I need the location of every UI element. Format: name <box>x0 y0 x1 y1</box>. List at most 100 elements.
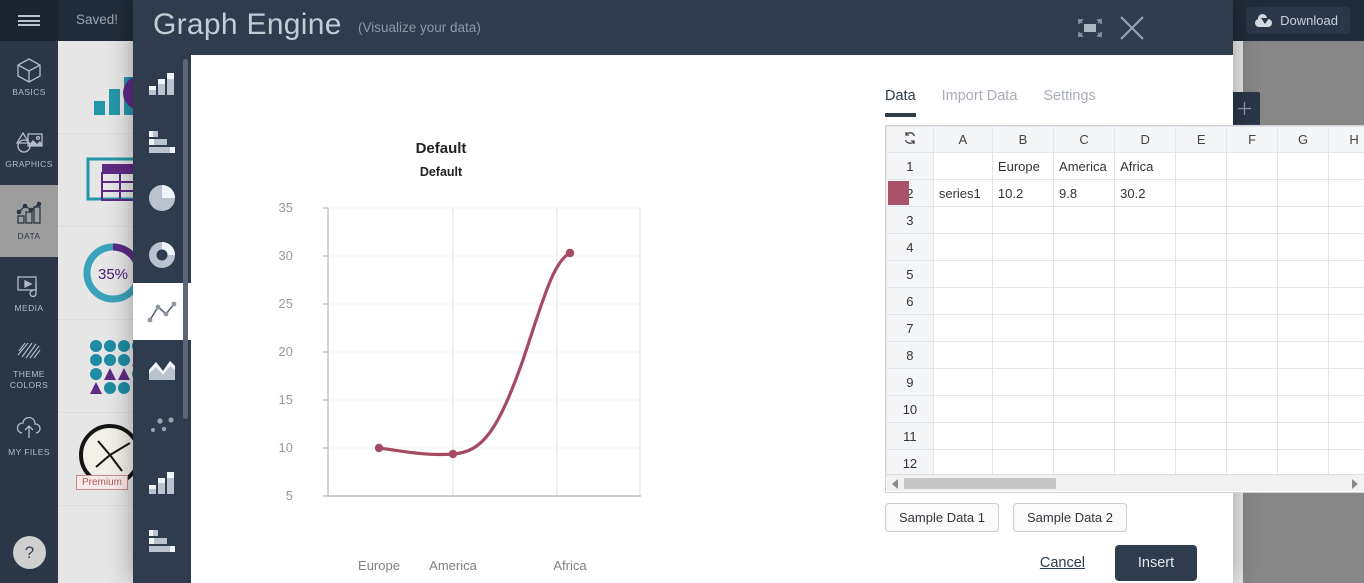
horizontal-scroll-thumb[interactable] <box>904 478 1056 489</box>
column-header[interactable]: H <box>1328 126 1364 153</box>
sidebar-item-theme-colors[interactable]: THEME COLORS <box>0 329 58 401</box>
column-header[interactable]: A <box>932 126 993 153</box>
cell[interactable] <box>1053 314 1116 342</box>
row-header[interactable]: 12 <box>886 449 934 477</box>
cancel-button[interactable]: Cancel <box>1040 555 1085 571</box>
sidebar-item-basics[interactable]: BASICS <box>0 41 58 113</box>
cell[interactable] <box>932 206 993 234</box>
cell[interactable] <box>1277 287 1330 315</box>
cell[interactable] <box>1114 422 1177 450</box>
column-header[interactable]: F <box>1226 126 1279 153</box>
horizontal-scrollbar[interactable] <box>887 474 1364 491</box>
cell[interactable] <box>1226 206 1279 234</box>
chart-type-bar-2[interactable] <box>133 511 191 568</box>
cell[interactable] <box>991 368 1055 396</box>
list-item[interactable]: Premium <box>58 413 141 506</box>
cell[interactable] <box>1226 152 1279 180</box>
sidebar-item-data[interactable]: DATA <box>0 185 58 257</box>
chart-type-rail[interactable] <box>133 55 191 583</box>
cell[interactable]: Europe <box>991 152 1055 180</box>
cell[interactable] <box>1175 233 1228 261</box>
expand-fullscreen-button[interactable] <box>1073 11 1107 45</box>
sidebar-item-graphics[interactable]: GRAPHICS <box>0 113 58 185</box>
cell[interactable] <box>1053 368 1116 396</box>
cell[interactable] <box>991 341 1055 369</box>
cell[interactable] <box>991 233 1055 261</box>
cell[interactable] <box>1328 233 1364 261</box>
cell[interactable] <box>1053 422 1116 450</box>
cell[interactable] <box>991 449 1055 477</box>
cell[interactable] <box>1053 449 1116 477</box>
cell[interactable] <box>991 314 1055 342</box>
sample-data-2-button[interactable]: Sample Data 2 <box>1013 503 1127 532</box>
tab-import-data[interactable]: Import Data <box>942 88 1018 117</box>
cell[interactable] <box>991 206 1055 234</box>
cell[interactable] <box>1175 206 1228 234</box>
cell[interactable] <box>1114 233 1177 261</box>
spreadsheet-grid[interactable]: A B C D E F G H 1 Europe America Africa … <box>886 126 1364 477</box>
cell[interactable] <box>1175 152 1228 180</box>
list-item[interactable] <box>58 134 147 227</box>
tab-settings[interactable]: Settings <box>1043 88 1095 117</box>
cell[interactable]: 10.2 <box>991 179 1055 207</box>
cell[interactable] <box>1328 287 1364 315</box>
cell[interactable] <box>1053 341 1116 369</box>
close-button[interactable] <box>1115 11 1149 45</box>
cell[interactable] <box>1114 314 1177 342</box>
cell[interactable] <box>991 287 1055 315</box>
cell[interactable] <box>932 314 993 342</box>
cell[interactable] <box>1226 341 1279 369</box>
cell[interactable] <box>1277 206 1330 234</box>
cell[interactable]: America <box>1053 152 1116 180</box>
cell[interactable] <box>932 368 993 396</box>
sidebar-item-my-files[interactable]: MY FILES <box>0 401 58 473</box>
app-sidebar[interactable]: BASICS GRAPHICS DATA MEDIA THEME COLORS … <box>0 41 58 583</box>
cell[interactable] <box>1175 368 1228 396</box>
cell[interactable] <box>1053 233 1116 261</box>
cell[interactable] <box>932 395 993 423</box>
row-header[interactable]: 3 <box>886 206 934 234</box>
cell[interactable] <box>1226 233 1279 261</box>
row-header[interactable]: 11 <box>886 422 934 450</box>
chart-type-column-2[interactable] <box>133 454 191 511</box>
cell[interactable] <box>1277 449 1330 477</box>
cell[interactable] <box>932 260 993 288</box>
cell[interactable] <box>932 422 993 450</box>
cell[interactable] <box>932 341 993 369</box>
cell[interactable] <box>1226 449 1279 477</box>
refresh-button[interactable] <box>886 126 934 153</box>
cell[interactable] <box>1226 179 1279 207</box>
cell[interactable] <box>1226 395 1279 423</box>
hamburger-menu-button[interactable] <box>0 0 58 41</box>
tab-data[interactable]: Data <box>885 88 916 117</box>
cell[interactable] <box>1328 314 1364 342</box>
chart-type-scrollbar[interactable] <box>183 59 188 419</box>
cell[interactable] <box>1226 422 1279 450</box>
cell[interactable] <box>1277 395 1330 423</box>
cell[interactable] <box>1328 179 1364 207</box>
list-item[interactable] <box>58 41 157 134</box>
cell[interactable] <box>1053 395 1116 423</box>
cell[interactable] <box>1175 422 1228 450</box>
template-thumbnail-list[interactable]: 35% Premium <box>58 41 157 583</box>
cell[interactable] <box>1226 368 1279 396</box>
cell[interactable] <box>1277 341 1330 369</box>
cell[interactable] <box>1226 287 1279 315</box>
cell[interactable]: 30.2 <box>1114 179 1177 207</box>
row-header[interactable]: 8 <box>886 341 934 369</box>
sample-data-1-button[interactable]: Sample Data 1 <box>885 503 999 532</box>
cell[interactable] <box>1175 179 1228 207</box>
cell[interactable] <box>1114 341 1177 369</box>
cell[interactable] <box>1328 260 1364 288</box>
sample-data-buttons[interactable]: Sample Data 1 Sample Data 2 <box>885 503 1127 532</box>
insert-button[interactable]: Insert <box>1115 545 1197 581</box>
column-header[interactable]: E <box>1175 126 1228 153</box>
cell[interactable]: 9.8 <box>1053 179 1116 207</box>
cell[interactable]: Africa <box>1114 152 1177 180</box>
cell[interactable] <box>991 260 1055 288</box>
row-header[interactable]: 10 <box>886 395 934 423</box>
cell[interactable] <box>1114 206 1177 234</box>
cell[interactable] <box>1175 287 1228 315</box>
scroll-right-icon[interactable] <box>1352 479 1358 489</box>
cell[interactable] <box>1053 260 1116 288</box>
